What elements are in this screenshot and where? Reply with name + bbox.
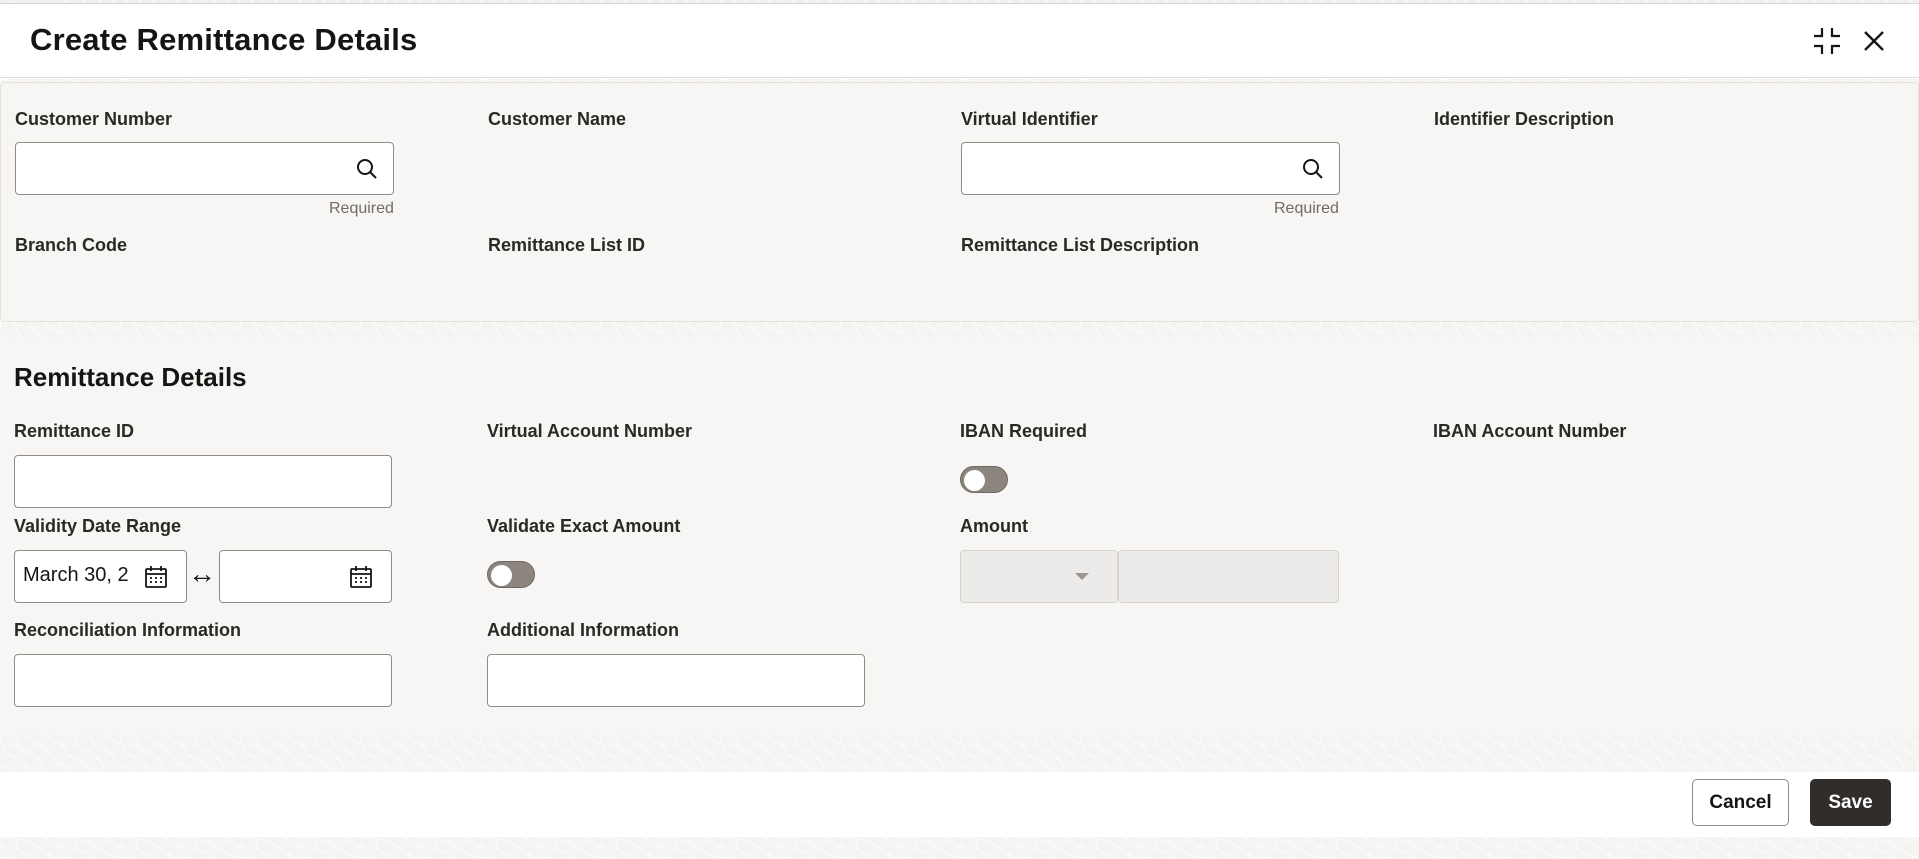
toggle-knob	[491, 564, 512, 586]
pattern-band	[0, 837, 1919, 859]
amount-label: Amount	[960, 516, 1028, 536]
collapse-icon[interactable]	[1810, 24, 1844, 58]
additional-information-label: Additional Information	[487, 620, 679, 640]
validate-exact-amount-toggle[interactable]	[487, 561, 535, 588]
virtual-account-number-label: Virtual Account Number	[487, 421, 693, 441]
virtual-identifier-input[interactable]	[961, 142, 1340, 195]
create-remittance-dialog: Create Remittance Details Customer Numbe…	[0, 3, 1919, 859]
validity-start-date-value: March 30, 2	[23, 564, 129, 586]
reconciliation-information-label: Reconciliation Information	[14, 620, 242, 640]
chevron-down-icon	[1075, 573, 1089, 580]
date-range-arrow-icon: ↔	[188, 558, 216, 589]
branch-code-label: Branch Code	[15, 235, 128, 255]
iban-required-label: IBAN Required	[960, 421, 1088, 441]
customer-number-required: Required	[329, 200, 394, 217]
save-button[interactable]: Save	[1810, 779, 1891, 826]
dialog-header: Create Remittance Details	[0, 4, 1919, 78]
remittance-details-section: Remittance Details Remittance ID Virtual…	[0, 337, 1919, 734]
remittance-list-description-label: Remittance List Description	[961, 235, 1200, 255]
virtual-identifier-label: Virtual Identifier	[961, 109, 1098, 129]
remittance-id-input[interactable]	[14, 455, 392, 508]
toggle-knob	[964, 469, 985, 491]
identifier-description-label: Identifier Description	[1434, 109, 1615, 129]
close-icon[interactable]	[1857, 24, 1891, 58]
validity-end-date-input[interactable]	[219, 550, 392, 603]
search-icon[interactable]	[355, 157, 379, 181]
iban-account-number-label: IBAN Account Number	[1433, 421, 1627, 441]
reconciliation-information-input[interactable]	[14, 654, 392, 707]
virtual-identifier-required: Required	[1274, 200, 1339, 217]
additional-information-input[interactable]	[487, 654, 865, 707]
calendar-icon[interactable]	[143, 564, 169, 590]
validity-date-range-label: Validity Date Range	[14, 516, 182, 536]
customer-number-label: Customer Number	[15, 109, 173, 129]
pattern-band	[0, 734, 1919, 772]
currency-select[interactable]	[960, 550, 1118, 603]
pattern-band	[0, 322, 1919, 337]
customer-panel: Customer Number Required Customer Name V…	[0, 82, 1919, 322]
validity-start-date-input[interactable]: March 30, 2	[14, 550, 187, 603]
dialog-title: Create Remittance Details	[30, 22, 418, 57]
amount-input[interactable]	[1118, 550, 1339, 603]
iban-required-toggle[interactable]	[960, 466, 1008, 493]
remittance-id-label: Remittance ID	[14, 421, 135, 441]
calendar-icon[interactable]	[348, 564, 374, 590]
customer-name-label: Customer Name	[488, 109, 627, 129]
customer-number-input[interactable]	[15, 142, 394, 195]
validate-exact-amount-label: Validate Exact Amount	[487, 516, 681, 536]
section-title: Remittance Details	[14, 362, 247, 392]
search-icon[interactable]	[1301, 157, 1325, 181]
cancel-button[interactable]: Cancel	[1692, 779, 1789, 826]
remittance-list-id-label: Remittance List ID	[488, 235, 646, 255]
